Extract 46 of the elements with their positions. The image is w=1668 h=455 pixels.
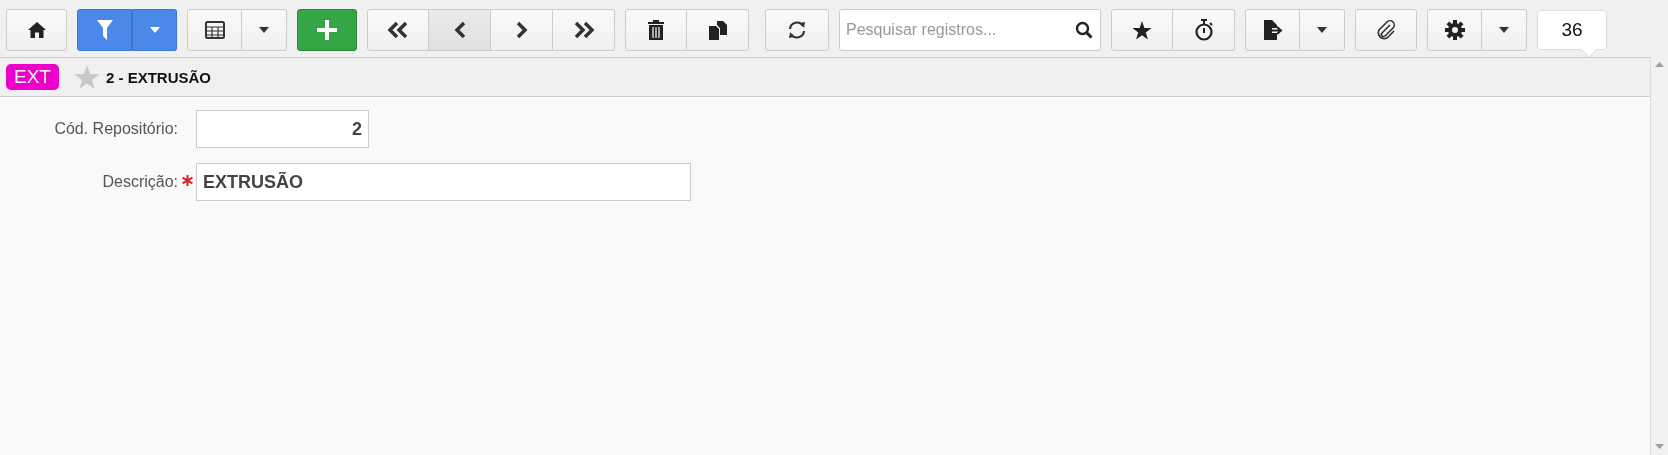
search-field[interactable]: Pesquisar registros... [839,9,1101,51]
refresh-button[interactable] [765,9,829,51]
timer-button[interactable] [1173,9,1235,51]
gear-icon [1444,20,1465,40]
record-tag: EXT [6,64,59,90]
first-record-button[interactable] [367,9,429,51]
file-export-icon [1262,20,1283,40]
previous-record-button[interactable] [429,9,491,51]
settings-button[interactable] [1427,9,1482,51]
next-record-button[interactable] [491,9,553,51]
plus-icon [317,20,337,40]
record-title: 2 - EXTRUSÃO [105,68,211,86]
chevron-left-icon [453,21,466,39]
filter-icon [96,20,113,40]
double-chevron-left-icon [387,21,409,39]
add-button[interactable] [297,9,357,51]
input-field[interactable]: EXTRUSÃO [196,163,691,201]
search-icon [1075,21,1093,39]
stopwatch-icon [1193,19,1214,41]
field-label: Cód. Repositório: [53,120,178,138]
star-icon [1132,20,1152,40]
attach-button[interactable] [1355,9,1417,51]
caret-icon [1317,27,1327,33]
export-button[interactable] [1245,9,1300,51]
grid-button[interactable] [187,9,242,51]
caret-icon [1499,27,1509,33]
refresh-icon [787,20,807,40]
double-chevron-right-icon [572,21,595,39]
caret-icon [149,27,160,33]
last-record-button[interactable] [553,9,615,51]
chevron-right-icon [515,21,528,39]
trash-icon [648,20,664,40]
caret-icon [259,27,269,33]
filter-button[interactable] [77,9,132,51]
input-field[interactable]: 2 [196,110,369,148]
field-label: Descrição: [101,173,178,191]
copy-icon [708,20,727,40]
record-counter: 36 [1537,10,1607,50]
copy-button[interactable] [687,9,749,51]
home-button[interactable] [6,9,67,51]
table-icon [204,21,225,39]
favorites-button[interactable] [1111,9,1173,51]
paperclip-icon [1375,19,1397,41]
star-icon[interactable] [73,64,100,90]
delete-button[interactable] [625,9,687,51]
home-icon [27,22,46,38]
